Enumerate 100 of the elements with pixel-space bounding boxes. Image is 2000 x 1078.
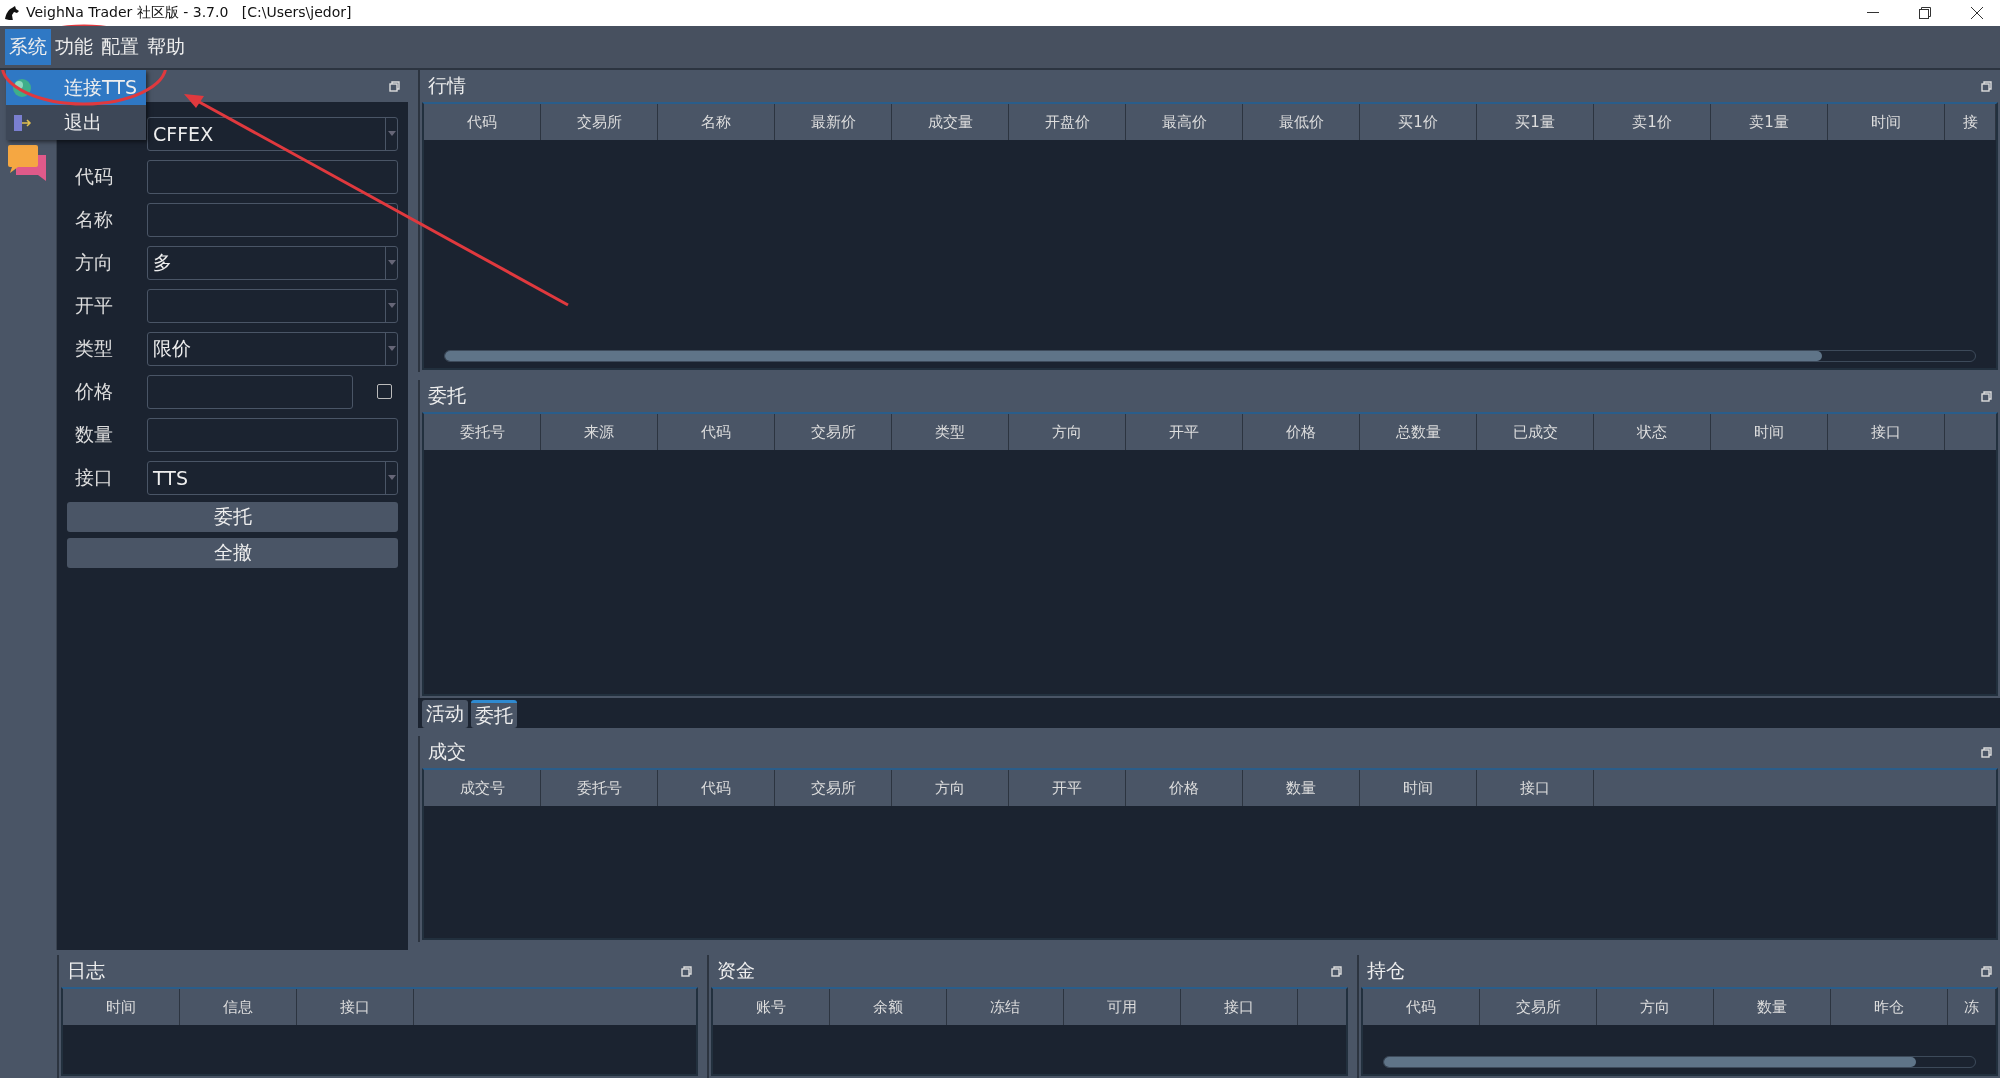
chat-icon[interactable] <box>8 145 48 183</box>
column-header[interactable]: 成交量 <box>892 104 1009 140</box>
menu-entry[interactable]: 连接TTS <box>6 70 146 105</box>
window-title: VeighNa Trader 社区版 - 3.7.0 [C:\Users\jedor] <box>26 4 353 22</box>
float-icon[interactable] <box>1331 965 1342 977</box>
column-header[interactable]: 成交号 <box>424 770 541 806</box>
column-header[interactable]: 卖1价 <box>1594 104 1711 140</box>
column-header[interactable]: 买1价 <box>1360 104 1477 140</box>
caret-icon <box>387 260 396 265</box>
input-field[interactable] <box>147 202 398 237</box>
column-header[interactable]: 方向 <box>892 770 1009 806</box>
column-header[interactable]: 方向 <box>1009 414 1126 450</box>
restore-icon[interactable] <box>1919 7 1931 19</box>
column-header[interactable]: 接口 <box>1828 414 1945 450</box>
float-icon[interactable] <box>1981 80 1992 92</box>
menu-entry[interactable]: 退出 <box>6 105 146 140</box>
minimize-icon[interactable] <box>1867 12 1879 14</box>
tab[interactable]: 委托 <box>471 700 517 728</box>
column-header[interactable]: 余额 <box>830 989 947 1025</box>
column-header[interactable]: 接口 <box>297 989 414 1025</box>
tab[interactable]: 活动 <box>422 700 468 728</box>
column-header[interactable]: 接口 <box>1477 770 1594 806</box>
input-field[interactable] <box>147 159 398 194</box>
column-header[interactable]: 价格 <box>1243 414 1360 450</box>
float-icon[interactable] <box>1981 746 1992 758</box>
exit-icon <box>12 112 32 133</box>
column-header[interactable]: 类型 <box>892 414 1009 450</box>
column-header[interactable]: 时间 <box>1828 104 1945 140</box>
globe-icon <box>12 77 32 98</box>
column-header[interactable]: 代码 <box>658 414 775 450</box>
column-header[interactable]: 交易所 <box>541 104 658 140</box>
column-header[interactable]: 数量 <box>1243 770 1360 806</box>
column-header[interactable]: 交易所 <box>775 770 892 806</box>
column-header[interactable]: 冻结 <box>947 989 1064 1025</box>
column-header[interactable]: 开平 <box>1126 414 1243 450</box>
field-label: 开平 <box>74 292 114 318</box>
field-label: 方向 <box>74 249 114 275</box>
column-header[interactable]: 可用 <box>1064 989 1181 1025</box>
column-header[interactable]: 最低价 <box>1243 104 1360 140</box>
float-icon[interactable] <box>1981 965 1992 977</box>
column-header[interactable]: 卖1量 <box>1711 104 1828 140</box>
column-header[interactable]: 名称 <box>658 104 775 140</box>
column-header[interactable]: 代码 <box>1363 989 1480 1025</box>
field-label: 价格 <box>74 378 114 404</box>
close-icon[interactable] <box>1971 7 1983 19</box>
column-header[interactable]: 冻 <box>1948 989 1996 1025</box>
caret-icon <box>387 475 396 480</box>
dropdown-field[interactable]: 多 <box>147 245 398 280</box>
column-header[interactable]: 接口 <box>1181 989 1298 1025</box>
column-header[interactable]: 最高价 <box>1126 104 1243 140</box>
column-header[interactable]: 已成交 <box>1477 414 1594 450</box>
dropdown-field[interactable]: 限价 <box>147 331 398 366</box>
column-header[interactable]: 最新价 <box>775 104 892 140</box>
column-header[interactable]: 昨仓 <box>1831 989 1948 1025</box>
panel-title: 持仓 <box>1367 958 1405 983</box>
caret-icon <box>387 303 396 308</box>
panel-title: 委托 <box>428 383 466 408</box>
horse-logo-icon <box>4 6 20 20</box>
column-header[interactable]: 委托号 <box>424 414 541 450</box>
caret-icon <box>387 131 396 136</box>
column-header[interactable]: 买1量 <box>1477 104 1594 140</box>
column-header[interactable]: 账号 <box>713 989 830 1025</box>
column-header[interactable]: 时间 <box>1360 770 1477 806</box>
input-field[interactable] <box>147 417 398 452</box>
panel-title: 成交 <box>428 739 466 764</box>
column-header[interactable]: 状态 <box>1594 414 1711 450</box>
column-header[interactable]: 接 <box>1945 104 1996 140</box>
dropdown-field[interactable] <box>147 288 398 323</box>
field-label: 接口 <box>74 464 114 490</box>
float-icon[interactable] <box>389 80 400 92</box>
dropdown-field[interactable]: TTS <box>147 460 398 495</box>
column-header[interactable]: 价格 <box>1126 770 1243 806</box>
column-header[interactable]: 来源 <box>541 414 658 450</box>
column-header[interactable]: 开平 <box>1009 770 1126 806</box>
checkbox[interactable] <box>377 384 392 399</box>
column-header[interactable]: 交易所 <box>775 414 892 450</box>
caret-icon <box>387 346 396 351</box>
field-label: 类型 <box>74 335 114 361</box>
column-header[interactable]: 时间 <box>1711 414 1828 450</box>
field-label: 数量 <box>74 421 114 447</box>
panel-title: 行情 <box>428 73 466 98</box>
column-header[interactable]: 总数量 <box>1360 414 1477 450</box>
column-header[interactable]: 时间 <box>63 989 180 1025</box>
float-icon[interactable] <box>1981 390 1992 402</box>
column-header[interactable]: 交易所 <box>1480 989 1597 1025</box>
column-header[interactable]: 数量 <box>1714 989 1831 1025</box>
action-button[interactable]: 委托 <box>67 502 398 532</box>
panel-title: 日志 <box>67 958 105 983</box>
action-button[interactable]: 全撤 <box>67 538 398 568</box>
field-label: 代码 <box>74 163 114 189</box>
column-header[interactable]: 方向 <box>1597 989 1714 1025</box>
input-field[interactable] <box>147 374 353 409</box>
menu-item[interactable]: 系统 <box>5 29 51 65</box>
column-header[interactable]: 开盘价 <box>1009 104 1126 140</box>
dropdown-field[interactable]: CFFEX <box>147 116 398 151</box>
column-header[interactable]: 委托号 <box>541 770 658 806</box>
column-header[interactable]: 信息 <box>180 989 297 1025</box>
float-icon[interactable] <box>681 965 692 977</box>
column-header[interactable]: 代码 <box>658 770 775 806</box>
column-header[interactable]: 代码 <box>424 104 541 140</box>
